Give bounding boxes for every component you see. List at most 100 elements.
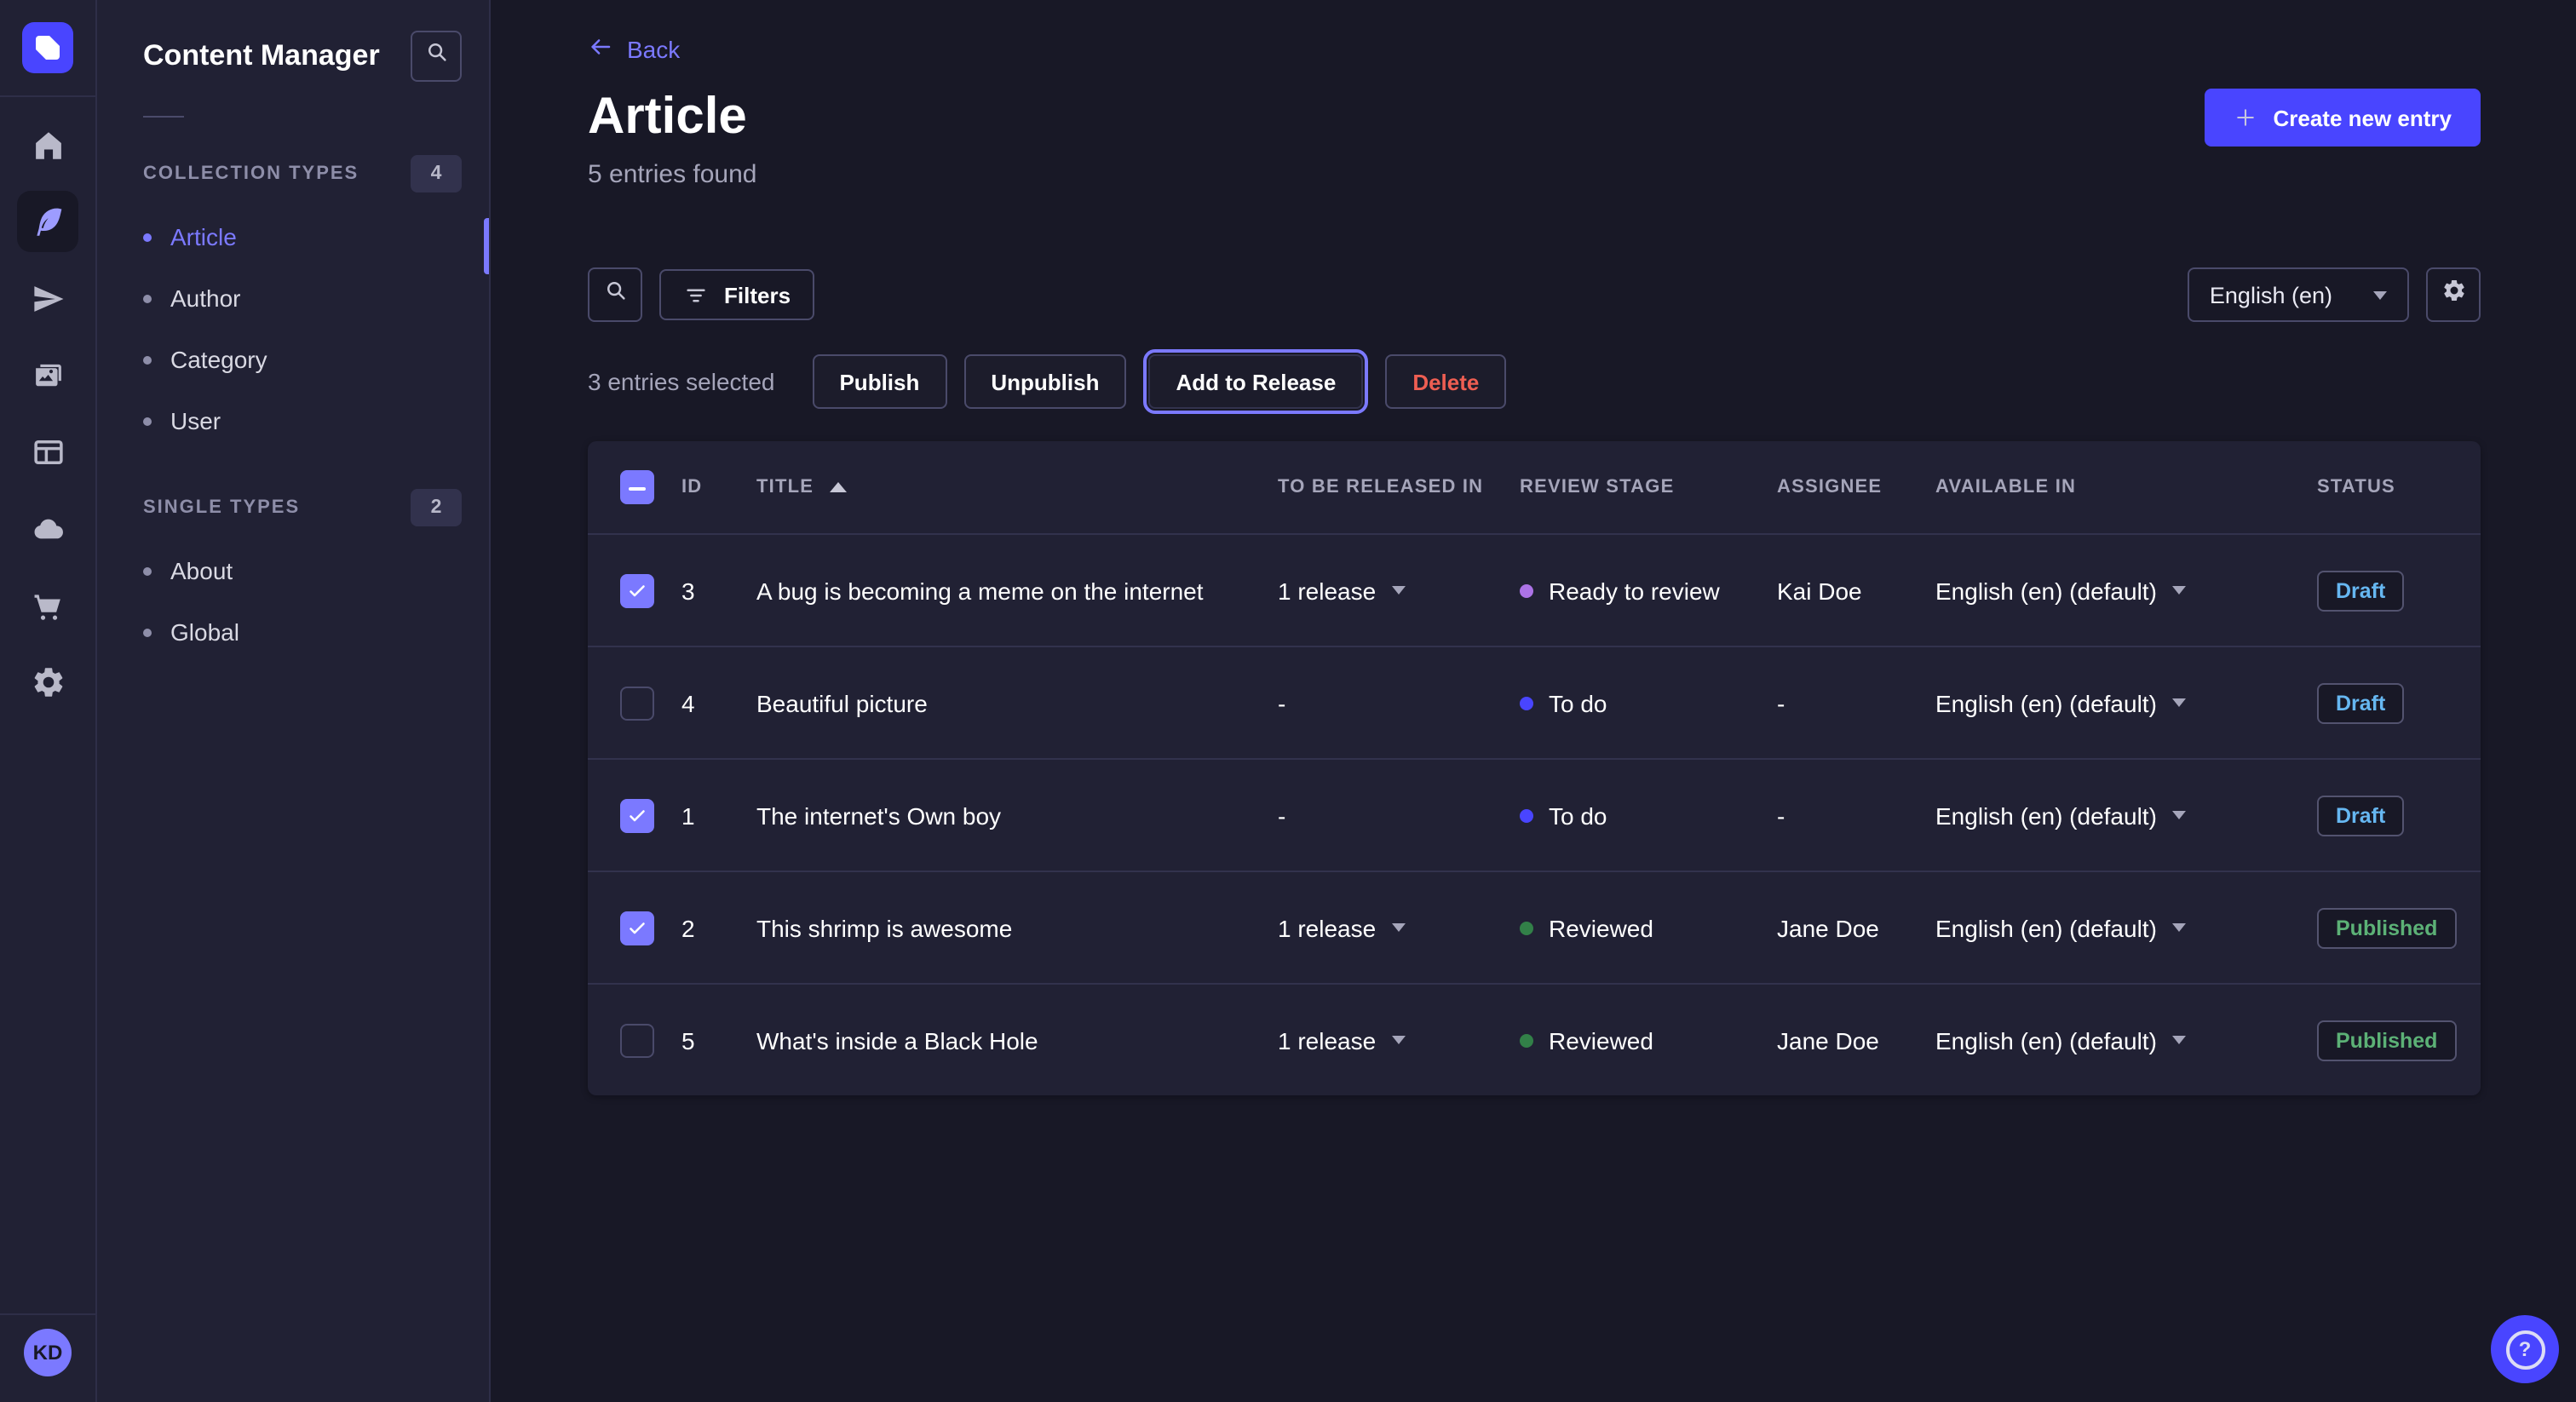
bullet-icon [143, 294, 152, 302]
entry-assignee: - [1777, 689, 1935, 716]
delete-button[interactable]: Delete [1385, 354, 1506, 409]
check-icon [627, 917, 647, 938]
chevron-down-icon [2172, 586, 2186, 595]
chevron-down-icon [1391, 1036, 1405, 1044]
question-mark-icon: ? [2505, 1330, 2544, 1369]
publish-button[interactable]: Publish [812, 354, 946, 409]
active-item-indicator [484, 218, 489, 274]
entry-release[interactable]: 1 release [1278, 914, 1520, 941]
section-label: SINGLE TYPES [143, 497, 300, 518]
strapi-logo-icon [22, 22, 73, 73]
sidebar-item-global[interactable]: Global [97, 601, 489, 663]
sidebar-title: Content Manager [143, 39, 380, 73]
create-new-entry-button[interactable]: Create new entry [2205, 89, 2481, 147]
entry-id: 5 [681, 1026, 756, 1054]
entry-assignee: Jane Doe [1777, 914, 1935, 941]
home-icon[interactable] [17, 114, 78, 175]
bullet-icon [143, 233, 152, 241]
help-button[interactable]: ? [2491, 1315, 2559, 1383]
entry-title: This shrimp is awesome [756, 914, 1278, 941]
unpublish-button[interactable]: Unpublish [963, 354, 1126, 409]
status-badge: Published [2317, 1020, 2456, 1060]
entry-review-stage: Reviewed [1520, 914, 1777, 941]
column-header-id[interactable]: ID [681, 477, 756, 497]
filters-button[interactable]: Filters [659, 269, 814, 320]
locale-select[interactable]: English (en) [2188, 267, 2409, 322]
entry-release[interactable]: 1 release [1278, 1026, 1520, 1054]
table-row[interactable]: 5 What's inside a Black Hole 1 release R… [588, 983, 2481, 1095]
entry-release[interactable]: 1 release [1278, 577, 1520, 604]
status-badge: Draft [2317, 682, 2404, 723]
content-type-builder-icon[interactable] [17, 421, 78, 482]
entry-title: What's inside a Black Hole [756, 1026, 1278, 1054]
settings-icon[interactable] [17, 651, 78, 712]
strapi-logo[interactable] [0, 0, 95, 97]
table-row[interactable]: 4 Beautiful picture - To do - English (e… [588, 646, 2481, 758]
row-checkbox[interactable] [620, 573, 654, 607]
section-label: COLLECTION TYPES [143, 164, 359, 184]
content-manager-icon[interactable] [17, 191, 78, 252]
arrow-left-icon [588, 34, 613, 65]
marketplace-icon[interactable] [17, 574, 78, 635]
check-icon [627, 580, 647, 600]
releases-icon[interactable] [17, 267, 78, 329]
sidebar-item-category[interactable]: Category [97, 329, 489, 390]
row-checkbox[interactable] [620, 798, 654, 832]
sidebar-item-user[interactable]: User [97, 390, 489, 451]
search-entries-button[interactable] [588, 267, 642, 322]
column-header-status[interactable]: STATUS [2317, 477, 2481, 497]
media-library-icon[interactable] [17, 344, 78, 405]
entry-available-in[interactable]: English (en) (default) [1935, 914, 2317, 941]
main-content: Back Article Create new entry 5 entries … [491, 0, 2576, 1402]
entry-id: 3 [681, 577, 756, 604]
entry-available-in[interactable]: English (en) (default) [1935, 1026, 2317, 1054]
row-checkbox[interactable] [620, 686, 654, 720]
chevron-down-icon [1391, 923, 1405, 932]
row-checkbox[interactable] [620, 1023, 654, 1057]
add-to-release-button[interactable]: Add to Release [1148, 354, 1363, 409]
table-row[interactable]: 1 The internet's Own boy - To do - Engli… [588, 758, 2481, 871]
table-row[interactable]: 3 A bug is becoming a meme on the intern… [588, 533, 2481, 646]
entry-id: 4 [681, 689, 756, 716]
entry-release[interactable]: - [1278, 689, 1520, 716]
column-header-available-in[interactable]: AVAILABLE IN [1935, 477, 2317, 497]
bullet-icon [143, 417, 152, 425]
column-header-title[interactable]: TITLE [756, 477, 1278, 497]
stage-dot-icon [1520, 696, 1533, 710]
sidebar-item-article[interactable]: Article [97, 206, 489, 267]
sidebar-divider [143, 116, 184, 118]
strapi-admin: KD Content Manager COLLECTION TYPES 4 Ar… [0, 0, 2576, 1402]
entry-review-stage: To do [1520, 689, 1777, 716]
entry-review-stage: Ready to review [1520, 577, 1777, 604]
column-header-review-stage[interactable]: REVIEW STAGE [1520, 477, 1777, 497]
status-badge: Draft [2317, 570, 2404, 611]
entry-available-in[interactable]: English (en) (default) [1935, 802, 2317, 829]
chevron-down-icon [2172, 698, 2186, 707]
bullet-icon [143, 355, 152, 364]
selection-summary: 3 entries selected [588, 368, 774, 395]
stage-dot-icon [1520, 921, 1533, 934]
entry-available-in[interactable]: English (en) (default) [1935, 689, 2317, 716]
table-row[interactable]: 2 This shrimp is awesome 1 release Revie… [588, 871, 2481, 983]
select-all-checkbox[interactable] [620, 470, 654, 504]
entry-release[interactable]: - [1278, 802, 1520, 829]
entry-review-stage: To do [1520, 802, 1777, 829]
search-icon [602, 278, 628, 312]
sidebar-search-button[interactable] [411, 31, 462, 82]
entry-title: The internet's Own boy [756, 802, 1278, 829]
table-settings-button[interactable] [2426, 267, 2481, 322]
cloud-icon[interactable] [17, 497, 78, 559]
entry-available-in[interactable]: English (en) (default) [1935, 577, 2317, 604]
section-count-badge: 2 [411, 489, 462, 526]
back-link[interactable]: Back [588, 34, 680, 65]
column-header-assignee[interactable]: ASSIGNEE [1777, 477, 1935, 497]
sidebar-item-about[interactable]: About [97, 540, 489, 601]
sidebar-item-author[interactable]: Author [97, 267, 489, 329]
check-icon [627, 805, 647, 825]
avatar[interactable]: KD [24, 1329, 72, 1376]
chevron-down-icon [2373, 290, 2387, 299]
row-checkbox[interactable] [620, 911, 654, 945]
chevron-down-icon [2172, 923, 2186, 932]
stage-dot-icon [1520, 583, 1533, 597]
column-header-release[interactable]: TO BE RELEASED IN [1278, 477, 1520, 497]
